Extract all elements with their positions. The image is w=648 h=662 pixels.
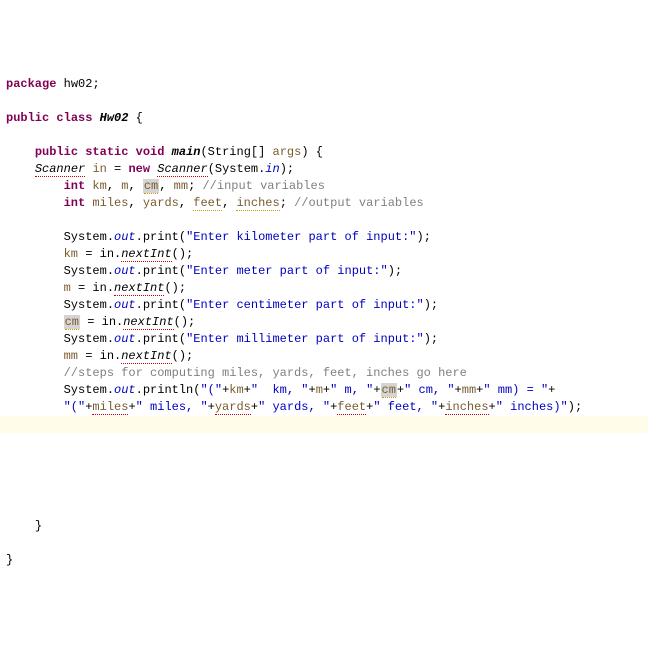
code-editor: package hw02; public class Hw02 { public…: [6, 76, 642, 569]
method-nextint: nextInt: [121, 247, 171, 262]
type-scanner: Scanner: [35, 162, 85, 177]
var-mm: mm: [64, 349, 78, 363]
string-inches-lbl: " inches)": [496, 400, 568, 414]
string-feet-lbl: " feet, ": [373, 400, 438, 414]
keyword-int: int: [64, 179, 86, 193]
var-in: in: [92, 162, 106, 176]
call-close: ();: [172, 247, 194, 261]
field-out: out: [114, 230, 136, 244]
close: );: [424, 332, 438, 346]
system: System.: [64, 383, 114, 397]
var-miles: miles: [92, 400, 128, 415]
method-main: main: [172, 145, 201, 159]
string-open2: "(": [64, 400, 86, 414]
method-nextint: nextInt: [121, 349, 171, 364]
brace-close: }: [6, 553, 13, 567]
var-yards: yards: [215, 400, 251, 415]
var-cm: cm: [382, 383, 396, 398]
class-name: Hw02: [100, 111, 129, 125]
close: );: [388, 264, 402, 278]
field-in: in: [265, 162, 279, 176]
close: );: [280, 162, 294, 176]
type-scanner: Scanner: [157, 162, 207, 177]
var-mm: mm: [462, 383, 476, 397]
keyword-class: class: [56, 111, 92, 125]
keyword-int: int: [64, 196, 86, 210]
var-m: m: [121, 179, 128, 193]
var-yards: yards: [143, 196, 179, 210]
var-feet: feet: [193, 196, 222, 211]
field-out: out: [114, 383, 136, 397]
var-inches: inches: [445, 400, 488, 415]
method-nextint: nextInt: [114, 281, 164, 296]
var-mm: mm: [174, 179, 188, 193]
string-open: "(": [200, 383, 222, 397]
comment-output: //output variables: [294, 196, 424, 210]
close: );: [417, 230, 431, 244]
system: System.: [64, 298, 114, 312]
system: System.: [64, 264, 114, 278]
var-m: m: [64, 281, 71, 295]
system: System.: [64, 332, 114, 346]
keyword-package: package: [6, 77, 56, 91]
string-km-lbl: " km, ": [251, 383, 309, 397]
assign: = in.: [78, 349, 121, 363]
var-cm: cm: [144, 179, 158, 194]
highlighted-blank-line: [0, 416, 648, 433]
keyword-public: public: [35, 145, 78, 159]
package-name: hw02: [64, 77, 93, 91]
string-cm-lbl: " cm, ": [404, 383, 454, 397]
string-cm: "Enter centimeter part of input:": [186, 298, 424, 312]
assign: = in.: [78, 247, 121, 261]
method-nextint: nextInt: [123, 315, 173, 330]
comment-steps: //steps for computing miles, yards, feet…: [64, 366, 467, 380]
println-call: .println(: [136, 383, 201, 397]
string-m-lbl: " m, ": [330, 383, 373, 397]
var-cm: cm: [65, 315, 79, 330]
var-m: m: [316, 383, 323, 397]
close: );: [424, 298, 438, 312]
string-yards-lbl: " yards, ": [258, 400, 330, 414]
field-out: out: [114, 298, 136, 312]
semicolon: ;: [92, 77, 99, 91]
assign: = in.: [71, 281, 114, 295]
string-mm-lbl: " mm) = ": [483, 383, 548, 397]
var-inches: inches: [236, 196, 279, 211]
keyword-static: static: [85, 145, 128, 159]
var-km: km: [229, 383, 243, 397]
var-miles: miles: [92, 196, 128, 210]
brace-close: }: [35, 519, 42, 533]
print-call: .print(: [136, 230, 186, 244]
comment-input: //input variables: [202, 179, 324, 193]
assign: = in.: [80, 315, 123, 329]
call-close: ();: [174, 315, 196, 329]
brace: {: [136, 111, 143, 125]
print-call: .print(: [136, 332, 186, 346]
close: );: [568, 400, 582, 414]
var-km: km: [92, 179, 106, 193]
string-km: "Enter kilometer part of input:": [186, 230, 416, 244]
call-close: ();: [172, 349, 194, 363]
field-out: out: [114, 264, 136, 278]
string-m: "Enter meter part of input:": [186, 264, 388, 278]
params-open: (String[]: [200, 145, 272, 159]
system: System.: [64, 230, 114, 244]
field-out: out: [114, 332, 136, 346]
call-close: ();: [164, 281, 186, 295]
params-close: ) {: [301, 145, 323, 159]
keyword-void: void: [136, 145, 165, 159]
string-mm: "Enter millimeter part of input:": [186, 332, 424, 346]
string-miles-lbl: " miles, ": [136, 400, 208, 414]
keyword-new: new: [128, 162, 150, 176]
var-feet: feet: [337, 400, 366, 415]
print-call: .print(: [136, 264, 186, 278]
keyword-public: public: [6, 111, 49, 125]
param-args: args: [273, 145, 302, 159]
print-call: .print(: [136, 298, 186, 312]
var-km: km: [64, 247, 78, 261]
